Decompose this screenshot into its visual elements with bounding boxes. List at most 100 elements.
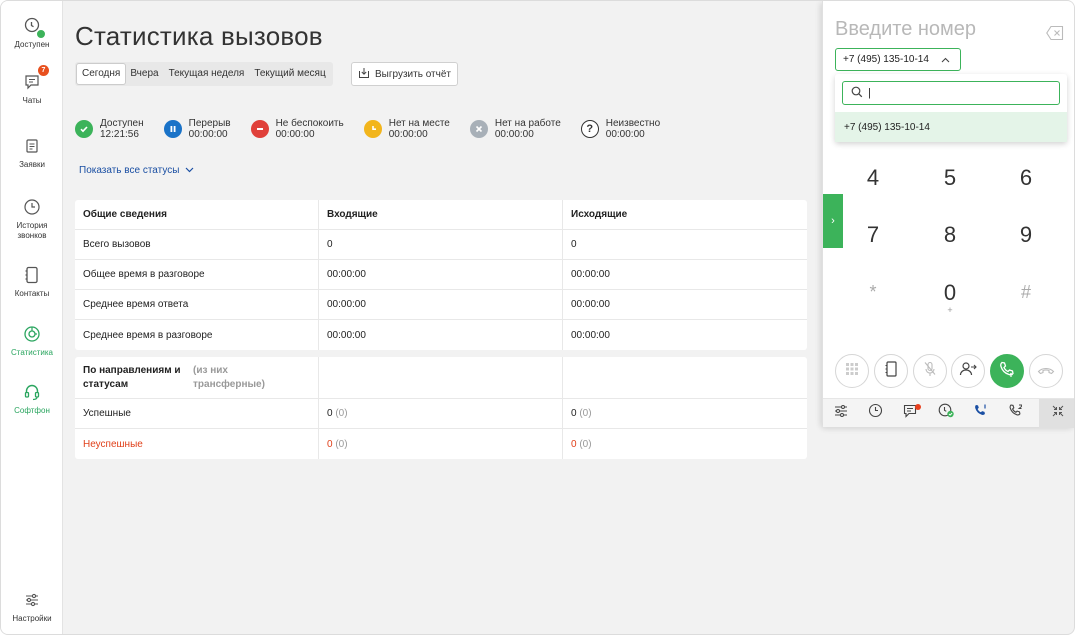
status-time: 12:21:56 bbox=[100, 129, 139, 140]
toolbar-chats-button[interactable] bbox=[893, 399, 928, 428]
history-icon bbox=[868, 403, 883, 423]
notification-dot bbox=[915, 403, 921, 410]
table-cell: 0 (0) bbox=[563, 429, 807, 459]
check-icon bbox=[75, 120, 93, 138]
tab-yesterday[interactable]: Вчера bbox=[125, 64, 163, 84]
dial-key-0[interactable]: 0 + bbox=[925, 280, 975, 315]
page-title: Статистика вызовов bbox=[75, 21, 323, 51]
dropdown-option[interactable]: +7 (495) 135-10-14 bbox=[835, 112, 1067, 142]
status-name: Нет на месте bbox=[388, 118, 450, 129]
sidebar-item-settings[interactable]: Настройки bbox=[1, 589, 63, 624]
softphone-panel: Введите номер +7 (495) 135-10-14 | +7 (4… bbox=[822, 1, 1074, 428]
sidebar-item-call-history[interactable]: История звонков bbox=[1, 196, 63, 241]
main-content: Статистика вызовов Сегодня Вчера Текущая… bbox=[63, 1, 823, 634]
table-row: Среднее время ответа 00:00:00 00:00:00 bbox=[75, 290, 807, 320]
column-header: Общие сведения bbox=[75, 200, 319, 229]
pause-icon bbox=[163, 120, 182, 138]
statistics-icon bbox=[21, 323, 43, 345]
transfer-value: (0) bbox=[335, 438, 348, 450]
column-header-empty bbox=[319, 357, 563, 398]
table-header-row: По направлениям и статусам (из них транс… bbox=[75, 357, 807, 399]
call-button[interactable] bbox=[990, 354, 1024, 388]
caller-id-search-input[interactable]: | bbox=[842, 81, 1060, 105]
table-cell: 0 (0) bbox=[319, 399, 563, 428]
transfer-user-icon bbox=[959, 361, 977, 382]
table-cell: Среднее время ответа bbox=[75, 290, 319, 319]
app-window: Доступен 7 Чаты Заявки История звонков К… bbox=[0, 0, 1075, 635]
dial-key-5[interactable]: 5 bbox=[925, 165, 975, 191]
toolbar-status-button[interactable] bbox=[928, 399, 963, 428]
sidebar-item-status[interactable]: Доступен bbox=[1, 15, 63, 50]
value: 0 bbox=[327, 438, 333, 450]
tab-today[interactable]: Сегодня bbox=[77, 64, 126, 84]
question-icon: ? bbox=[580, 120, 599, 138]
dial-key-9[interactable]: 9 bbox=[1001, 222, 1051, 248]
expand-panel-button[interactable]: › bbox=[823, 194, 843, 248]
toolbar-history-button[interactable] bbox=[858, 399, 893, 428]
requests-icon bbox=[21, 135, 43, 157]
dial-key-hash[interactable]: # bbox=[1001, 282, 1051, 303]
dial-key-6[interactable]: 6 bbox=[1001, 165, 1051, 191]
export-report-button[interactable]: Выгрузить отчёт bbox=[351, 62, 458, 86]
table-cell: 0 bbox=[319, 230, 563, 259]
summary-table: Общие сведения Входящие Исходящие Всего … bbox=[75, 200, 807, 350]
direction-table: По направлениям и статусам (из них транс… bbox=[75, 357, 807, 459]
table-cell: 0 (0) bbox=[563, 399, 807, 428]
collapse-panel-button[interactable] bbox=[1039, 398, 1074, 428]
table-cell: 0 (0) bbox=[319, 429, 563, 459]
table-cell: Неуспешные bbox=[75, 429, 319, 459]
table-row: Среднее время в разговоре 00:00:00 00:00… bbox=[75, 320, 807, 350]
caller-id-dropdown: | +7 (495) 135-10-14 bbox=[835, 74, 1067, 142]
phone-line-1-icon bbox=[973, 403, 989, 424]
caller-id-select[interactable]: +7 (495) 135-10-14 bbox=[835, 48, 961, 71]
hangup-icon bbox=[1037, 362, 1055, 380]
contacts-book-icon bbox=[884, 360, 898, 382]
show-all-statuses-link[interactable]: Показать все статусы bbox=[79, 165, 194, 176]
keypad-button[interactable] bbox=[835, 354, 869, 388]
tab-current-month[interactable]: Текущий месяц bbox=[249, 64, 330, 84]
sidebar-item-contacts[interactable]: Контакты bbox=[1, 264, 63, 299]
sidebar-item-requests[interactable]: Заявки bbox=[1, 135, 63, 170]
status-name: Нет на работе bbox=[494, 118, 561, 129]
transfer-value: (0) bbox=[335, 408, 348, 419]
table-cell: 00:00:00 bbox=[319, 290, 563, 319]
sidebar-item-softphone[interactable]: Софтфон bbox=[1, 381, 63, 416]
chats-badge: 7 bbox=[38, 65, 49, 76]
toolbar-line-2-button[interactable] bbox=[998, 399, 1033, 428]
dial-key-4[interactable]: 4 bbox=[848, 165, 898, 191]
status-off-work: Нет на работе 00:00:00 bbox=[469, 118, 561, 140]
hangup-button[interactable] bbox=[1029, 354, 1063, 388]
backspace-icon[interactable] bbox=[1046, 25, 1064, 41]
dial-key-8[interactable]: 8 bbox=[925, 222, 975, 248]
value: 0 bbox=[571, 408, 577, 419]
status-name: Неизвестно bbox=[605, 118, 661, 129]
transfer-note: (из них трансферные) bbox=[193, 365, 265, 390]
chat-icon: 7 bbox=[21, 65, 49, 93]
status-break: Перерыв 00:00:00 bbox=[163, 118, 231, 140]
mute-button[interactable] bbox=[913, 354, 947, 388]
x-icon bbox=[469, 120, 488, 138]
transfer-button[interactable] bbox=[951, 354, 985, 388]
contacts-button[interactable] bbox=[874, 354, 908, 388]
toolbar-settings-button[interactable] bbox=[823, 399, 858, 428]
table-row: Неуспешные 0 (0) 0 (0) bbox=[75, 429, 807, 459]
sidebar-item-statistics[interactable]: Статистика bbox=[1, 323, 63, 358]
sidebar-item-label: Статистика bbox=[10, 348, 53, 357]
chevron-down-icon bbox=[185, 165, 194, 176]
dial-key-7[interactable]: 7 bbox=[848, 222, 898, 248]
caller-id-value: +7 (495) 135-10-14 bbox=[843, 54, 929, 65]
sidebar-item-chats[interactable]: 7 Чаты bbox=[1, 65, 63, 106]
collapse-icon bbox=[1052, 404, 1064, 422]
table-cell: 0 bbox=[571, 239, 577, 250]
status-name: Не беспокоить bbox=[275, 118, 344, 129]
dial-key-star[interactable]: * bbox=[848, 282, 898, 303]
dial-key-0-digit: 0 bbox=[943, 280, 957, 305]
table-cell: Среднее время в разговоре bbox=[75, 320, 319, 350]
table-cell: Успешные bbox=[75, 399, 319, 428]
toolbar-line-1-button[interactable] bbox=[963, 399, 998, 428]
status-available: Доступен 12:21:56 bbox=[75, 118, 144, 140]
phone-number-input[interactable]: Введите номер bbox=[835, 18, 976, 41]
search-icon bbox=[851, 86, 863, 101]
value: 0 bbox=[571, 438, 577, 450]
tab-current-week[interactable]: Текущая неделя bbox=[164, 64, 250, 84]
